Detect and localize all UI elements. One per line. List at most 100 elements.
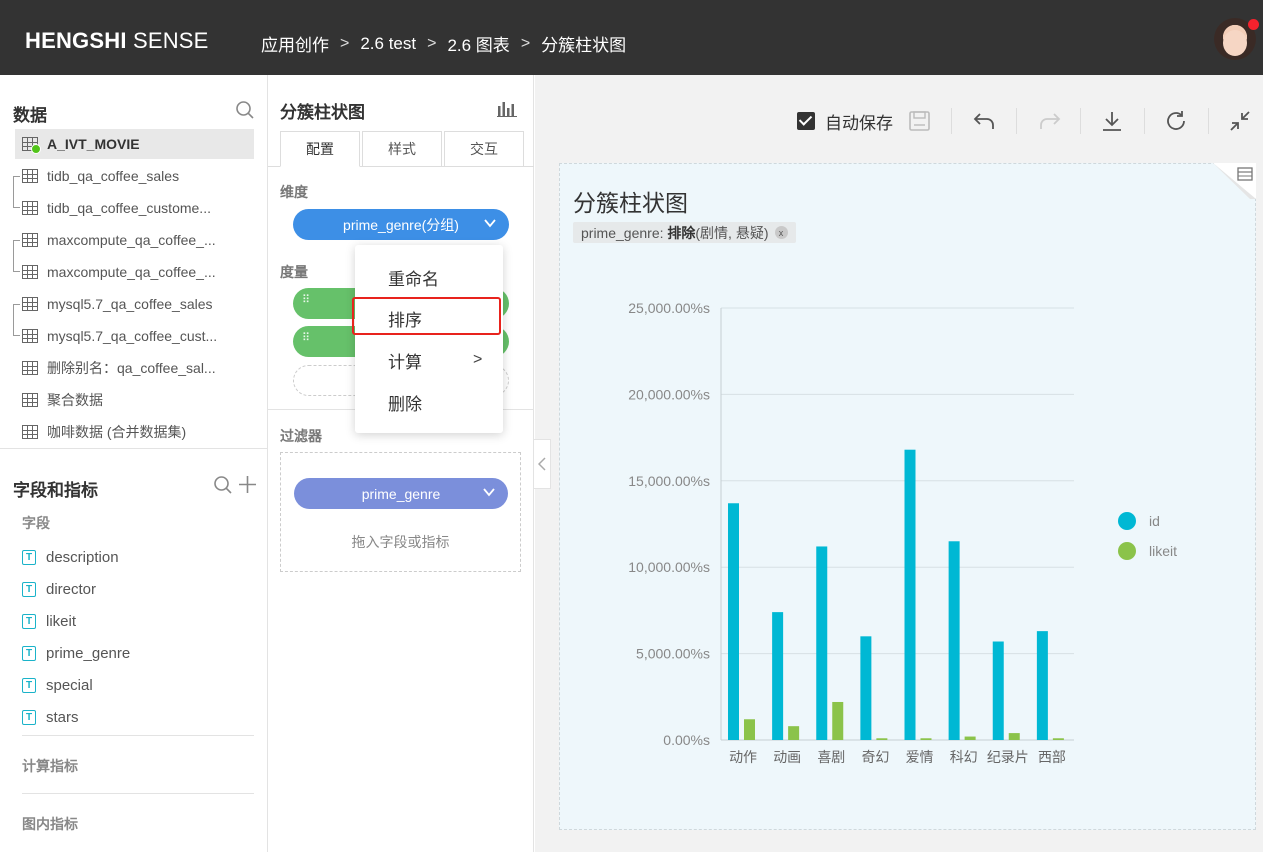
breadcrumb: 应用创作 > 2.6 test > 2.6 图表 > 分簇柱状图 — [261, 31, 626, 56]
fields-section-title: 字段和指标 — [13, 481, 98, 500]
data-section-title: 数据 — [13, 106, 47, 125]
dataset-item[interactable]: mysql5.7_qa_coffee_cust... — [22, 321, 254, 351]
close-icon[interactable]: x — [774, 226, 788, 239]
undo-icon[interactable] — [972, 109, 998, 133]
notification-dot — [1248, 19, 1259, 30]
dataset-label: mysql5.7_qa_coffee_sales — [47, 296, 213, 312]
tree-connector — [13, 240, 20, 272]
y-tick-label: 0.00%s — [663, 732, 710, 748]
divider — [22, 735, 254, 736]
table-view-icon[interactable] — [1213, 163, 1256, 199]
x-tick-label: 爱情 — [906, 749, 934, 765]
dataset-item[interactable]: A_IVT_MOVIE — [15, 129, 254, 159]
table-icon — [22, 201, 38, 215]
field-item[interactable]: Tstars — [22, 705, 79, 729]
text-type-icon: T — [22, 581, 36, 597]
breadcrumb-item[interactable]: 2.6 test — [360, 34, 416, 54]
field-item[interactable]: Tlikeit — [22, 609, 76, 633]
fields-subtitle: 字段 — [22, 515, 50, 531]
save-icon[interactable] — [907, 109, 933, 133]
top-bar: HENGSHI SENSE 应用创作 > 2.6 test > 2.6 图表 >… — [0, 0, 1263, 75]
field-item[interactable]: Tspecial — [22, 673, 93, 697]
dataset-item[interactable]: 聚合数据 — [22, 385, 254, 415]
y-tick-label: 25,000.00%s — [628, 300, 710, 316]
chart-name: 分簇柱状图 — [280, 103, 365, 122]
text-type-icon: T — [22, 613, 36, 629]
x-tick-label: 纪录片 — [987, 749, 1029, 765]
measure-label: 度量 — [280, 264, 308, 280]
status-ok-icon — [31, 144, 41, 154]
dataset-item[interactable]: maxcompute_qa_coffee_... — [22, 225, 254, 255]
chevron-right-icon: > — [473, 351, 483, 368]
dataset-item[interactable]: maxcompute_qa_coffee_... — [22, 257, 254, 287]
dataset-label: mysql5.7_qa_coffee_cust... — [47, 328, 218, 344]
field-item[interactable]: Tdirector — [22, 577, 96, 601]
toolbar-separator — [951, 108, 952, 134]
bar-id — [904, 449, 916, 740]
divider — [22, 793, 254, 794]
table-icon — [22, 233, 38, 247]
brand-logo[interactable]: HENGSHI SENSE — [25, 28, 209, 54]
search-icon[interactable] — [235, 100, 255, 120]
bar-likeit — [744, 719, 755, 740]
bar-id — [816, 546, 828, 740]
bar-chart-icon[interactable] — [497, 99, 517, 117]
dataset-label: 咖啡数据 (合并数据集) — [47, 424, 187, 440]
legend-marker — [1118, 512, 1136, 530]
redo-icon[interactable] — [1036, 109, 1062, 133]
collapse-icon[interactable] — [1228, 109, 1254, 133]
bar-likeit — [832, 701, 844, 740]
search-icon[interactable] — [213, 475, 233, 495]
dataset-label: A_IVT_MOVIE — [47, 136, 140, 152]
dataset-item[interactable]: 删除别名：qa_coffee_sal... — [22, 353, 254, 383]
chevron-down-icon[interactable] — [483, 216, 497, 230]
table-icon — [22, 169, 38, 183]
dimension-pill[interactable]: prime_genre(分组) — [293, 209, 509, 240]
filter-tag-field: prime_genre: — [581, 224, 664, 241]
field-label: director — [46, 580, 97, 598]
bar-id — [948, 541, 960, 740]
filter-dropzone[interactable] — [280, 452, 521, 572]
menu-item-calculate[interactable]: 计算 > — [355, 340, 503, 380]
filter-pill[interactable]: prime_genre — [294, 478, 508, 509]
chevron-down-icon[interactable] — [482, 485, 496, 499]
breadcrumb-item[interactable]: 应用创作 — [261, 31, 329, 56]
drag-handle-icon[interactable]: ⠿ — [302, 295, 310, 306]
filter-tag[interactable]: prime_genre: 排除 (剧情, 悬疑) x — [573, 222, 796, 243]
text-type-icon: T — [22, 677, 36, 693]
config-tabs: 配置 样式 交互 — [280, 131, 526, 167]
refresh-icon[interactable] — [1164, 109, 1190, 133]
dataset-item[interactable]: tidb_qa_coffee_custome... — [22, 193, 254, 223]
breadcrumb-item[interactable]: 2.6 图表 — [447, 31, 509, 56]
bar-id — [992, 641, 1004, 740]
table-icon — [22, 329, 38, 343]
autosave-checkbox[interactable] — [797, 112, 815, 130]
dataset-item[interactable]: 咖啡数据 (合并数据集) — [22, 417, 254, 447]
breadcrumb-separator: > — [340, 34, 350, 52]
dataset-item[interactable]: tidb_qa_coffee_sales — [22, 161, 254, 191]
text-type-icon: T — [22, 645, 36, 661]
download-icon[interactable] — [1100, 109, 1126, 133]
x-tick-label: 奇幻 — [861, 749, 889, 765]
x-tick-label: 西部 — [1038, 749, 1066, 765]
x-tick-label: 动作 — [729, 749, 757, 765]
clustered-bar-chart: 0.00%s 5,000.00%s 10,000.00%s 15,000.00%s 20… — [628, 300, 1177, 765]
inchart-metrics-title[interactable]: 图内指标 — [22, 814, 78, 834]
tab-config[interactable]: 配置 — [280, 131, 360, 167]
bar-likeit — [1052, 738, 1064, 740]
dataset-label: tidb_qa_coffee_custome... — [47, 200, 211, 216]
tab-interaction[interactable]: 交互 — [444, 131, 524, 167]
drag-handle-icon[interactable]: ⠿ — [302, 333, 310, 344]
menu-item-rename[interactable]: 重命名 — [355, 257, 503, 297]
context-menu: 重命名 排序 计算 > 删除 — [355, 245, 503, 433]
y-tick-label: 5,000.00%s — [636, 646, 710, 662]
collapse-panel-button[interactable] — [534, 439, 551, 489]
tab-style[interactable]: 样式 — [362, 131, 442, 167]
menu-item-delete[interactable]: 删除 — [355, 382, 503, 422]
dataset-item[interactable]: mysql5.7_qa_coffee_sales — [22, 289, 254, 319]
field-item[interactable]: Tprime_genre — [22, 641, 130, 665]
field-item[interactable]: Tdescription — [22, 545, 119, 569]
calc-metrics-title[interactable]: 计算指标 — [22, 756, 78, 776]
add-icon[interactable] — [238, 475, 257, 494]
highlight-box — [352, 297, 501, 335]
